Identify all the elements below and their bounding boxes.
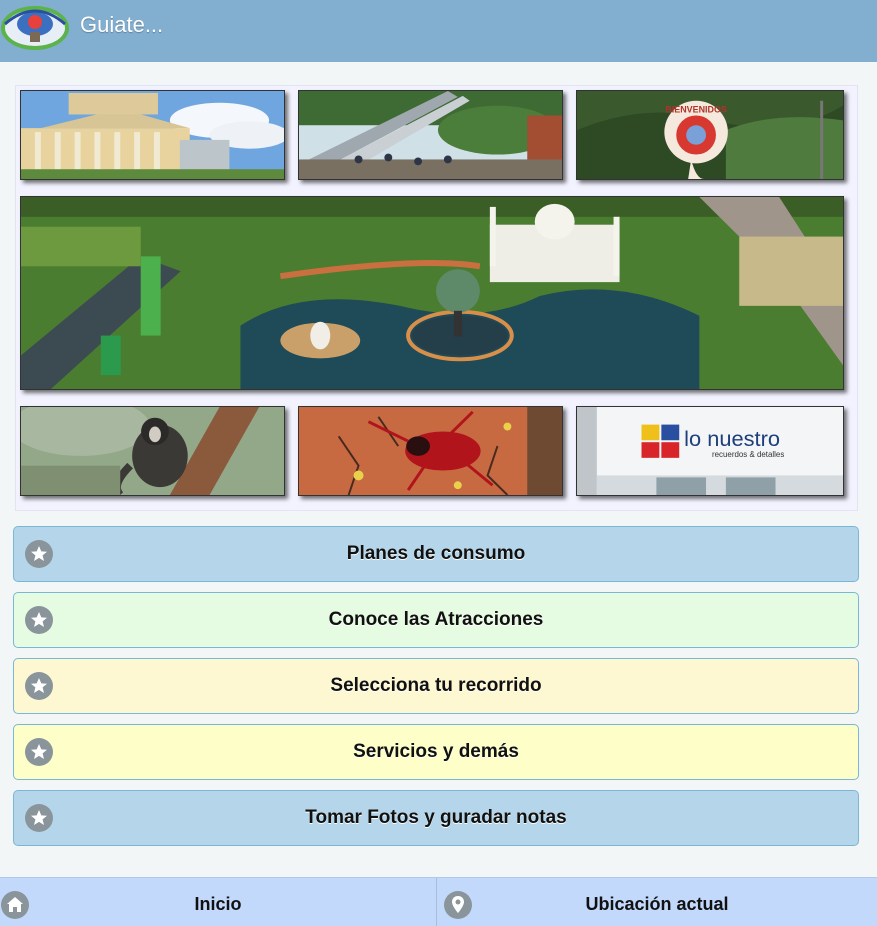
menu-button-planes[interactable]: Planes de consumo — [13, 526, 859, 582]
hotel-photo — [20, 90, 285, 180]
bienvenidos-sign-photo: BIENVENIDOS — [576, 90, 844, 180]
nav-home-label: Inicio — [194, 894, 242, 914]
app-title: Guiate... — [80, 12, 164, 37]
store-name-text: lo nuestro — [684, 426, 780, 451]
menu-button-label: Tomar Fotos y guradar notas — [305, 807, 567, 828]
monkey-photo — [20, 406, 285, 496]
store-photo: lo nuestro recuerdos & detalles — [576, 406, 844, 496]
header-bar: Guiate... — [0, 0, 877, 62]
aerial-park-photo — [20, 196, 844, 390]
menu-button-atracciones[interactable]: Conoce las Atracciones — [13, 592, 859, 648]
photo-gallery: BIENVENIDOS lo nuestro recuerdos & detal… — [15, 85, 858, 511]
store-tagline-text: recuerdos & detalles — [712, 450, 784, 459]
menu-button-label: Servicios y demás — [353, 741, 519, 762]
menu-button-recorrido[interactable]: Selecciona tu recorrido — [13, 658, 859, 714]
bienvenidos-text: BIENVENIDOS — [665, 105, 727, 115]
nav-location-button[interactable]: Ubicación actual — [437, 878, 877, 926]
slide-photo — [298, 90, 563, 180]
menu-button-label: Conoce las Atracciones — [328, 609, 544, 630]
app-logo[interactable] — [0, 2, 72, 52]
menu-button-fotos[interactable]: Tomar Fotos y guradar notas — [13, 790, 859, 846]
menu-button-servicios[interactable]: Servicios y demás — [13, 724, 859, 780]
footer-nav: Inicio Ubicación actual — [0, 877, 877, 926]
menu-button-label: Selecciona tu recorrido — [330, 675, 542, 696]
menu-button-label: Planes de consumo — [346, 543, 526, 564]
nav-location-label: Ubicación actual — [585, 894, 729, 914]
nav-home-button[interactable]: Inicio — [0, 878, 436, 926]
insect-mural-photo — [298, 406, 563, 496]
